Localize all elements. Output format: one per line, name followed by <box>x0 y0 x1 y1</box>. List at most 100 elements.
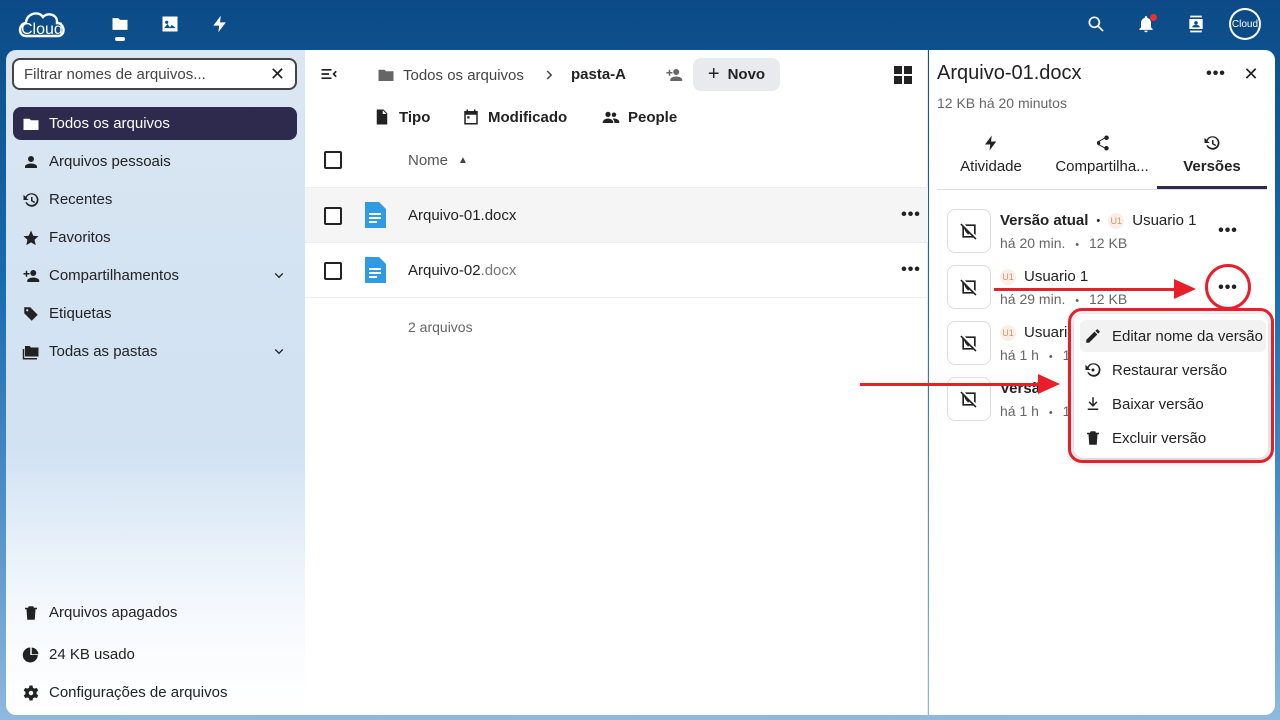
files-summary-row: 2 arquivos <box>305 297 928 352</box>
bullet: • <box>1075 239 1080 251</box>
gear-icon <box>21 683 41 703</box>
version-size: 12 KB <box>1089 291 1128 307</box>
version-title[interactable]: U1 Usuari <box>1000 324 1067 341</box>
table-row[interactable]: Arquivo-01.docx ••• <box>305 187 928 242</box>
more-button-highlight-annotation <box>1205 264 1251 310</box>
version-label: Versão atual <box>1000 212 1089 229</box>
cloud-logo[interactable]: Cloud <box>16 6 68 44</box>
nav-item-label: Recentes <box>49 191 113 208</box>
nav-item-shares[interactable]: Compartilhamentos <box>13 259 297 292</box>
version-meta: há 1 h • 1 <box>1000 403 1070 419</box>
nav-item-recent[interactable]: Recentes <box>13 183 297 216</box>
sort-ascending-icon: ▲ <box>458 155 468 166</box>
nav-item-all-files[interactable]: Todos os arquivos <box>13 107 297 140</box>
version-title[interactable]: U1 Usuario 1 <box>1000 268 1088 285</box>
new-button[interactable]: + Novo <box>693 58 780 91</box>
pie-icon <box>21 645 41 665</box>
tab-versions-label: Versões <box>1183 158 1241 175</box>
bullet: • <box>1048 351 1053 363</box>
tab-activity[interactable]: Atividade <box>953 134 1029 189</box>
filter-people-label: People <box>628 108 678 126</box>
sidebar-title: Arquivo-01.docx <box>937 62 1082 84</box>
arrow-annotation-line <box>994 288 1176 291</box>
breadcrumb-current-label: pasta-A <box>571 66 627 83</box>
activity-app-icon[interactable] <box>208 12 232 36</box>
nav-item-personal-files[interactable]: Arquivos pessoais <box>13 145 297 178</box>
user-avatar[interactable]: Cloud <box>1229 8 1261 40</box>
bullet: • <box>1096 214 1101 227</box>
share-person-icon <box>21 266 41 286</box>
toggle-navigation-icon[interactable] <box>319 64 339 84</box>
version-author: Usuario 1 <box>1132 212 1197 229</box>
filter-box[interactable]: ✕ <box>12 58 297 90</box>
bullet: • <box>1075 295 1080 307</box>
trash-icon <box>21 603 41 623</box>
files-app-icon[interactable] <box>108 12 132 36</box>
version-more-icon[interactable]: ••• <box>1216 219 1240 243</box>
file-name-ext: .docx <box>480 262 517 279</box>
more-actions-icon[interactable]: ••• <box>899 203 923 227</box>
column-header-name[interactable]: Nome ▲ <box>408 152 468 169</box>
tab-versions[interactable]: Versões <box>1157 134 1267 189</box>
nav-item-label: Favoritos <box>49 229 111 246</box>
storage-label: 24 KB usado <box>49 646 135 663</box>
nav-item-label: Etiquetas <box>49 305 112 322</box>
tab-sharing-label: Compartilha... <box>1055 158 1149 175</box>
filter-people[interactable]: People <box>602 108 677 126</box>
breadcrumb-bar: Todos os arquivos pasta-A + Novo <box>305 50 928 100</box>
user-badge: U1 <box>1000 324 1016 341</box>
tab-sharing[interactable]: Compartilha... <box>1047 134 1157 189</box>
close-icon[interactable]: ✕ <box>1239 62 1263 86</box>
photos-app-icon[interactable] <box>158 12 182 36</box>
clear-filter-icon[interactable]: ✕ <box>270 64 285 85</box>
sidebar-subtitle: 12 KB há 20 minutos <box>937 95 1067 111</box>
version-thumbnail[interactable] <box>947 209 991 253</box>
nav-item-all-folders[interactable]: Todas as pastas <box>13 335 297 368</box>
arrow-annotation-head <box>1174 279 1196 299</box>
file-name-ext: .docx <box>480 207 517 224</box>
contacts-icon[interactable] <box>1184 12 1208 36</box>
storage-usage[interactable]: 24 KB usado <box>13 638 297 671</box>
row-checkbox[interactable] <box>324 207 342 225</box>
nav-item-settings[interactable]: Configurações de arquivos <box>13 676 297 709</box>
sidebar-more-icon[interactable]: ••• <box>1204 62 1228 86</box>
new-button-label: Novo <box>727 66 766 83</box>
file-name[interactable]: Arquivo-01.docx <box>408 207 516 224</box>
nav-item-favorites[interactable]: Favoritos <box>13 221 297 254</box>
file-name[interactable]: Arquivo-02.docx <box>408 262 516 279</box>
bullet: • <box>1048 407 1053 419</box>
version-time: há 20 min. <box>1000 235 1066 251</box>
chevron-down-icon[interactable] <box>271 267 287 283</box>
version-current-title[interactable]: Versão atual • U1 Usuario 1 <box>1000 212 1196 229</box>
user-badge: U1 <box>1000 268 1016 285</box>
folders-icon <box>21 342 41 362</box>
breadcrumb-current[interactable]: pasta-A <box>571 66 626 83</box>
select-all-checkbox[interactable] <box>324 151 342 169</box>
folder-icon <box>378 69 394 81</box>
bell-icon[interactable] <box>1134 12 1158 36</box>
nav-item-deleted-files[interactable]: Arquivos apagados <box>13 596 297 629</box>
version-author: Usuari <box>1024 324 1068 341</box>
search-icon[interactable] <box>1084 12 1108 36</box>
breadcrumb-root[interactable]: Todos os arquivos <box>377 66 524 84</box>
row-checkbox[interactable] <box>324 262 342 280</box>
file-name-base: Arquivo-02 <box>408 262 481 279</box>
version-thumbnail[interactable] <box>947 321 991 365</box>
grid-view-icon[interactable] <box>893 65 913 85</box>
share-folder-icon[interactable] <box>665 66 691 84</box>
table-row[interactable]: Arquivo-02.docx ••• <box>305 242 928 297</box>
active-app-indicator <box>115 37 125 41</box>
more-actions-icon[interactable]: ••• <box>899 258 923 282</box>
folder-icon <box>21 114 41 134</box>
filter-type[interactable]: Tipo <box>373 108 430 126</box>
filter-input[interactable] <box>24 65 270 83</box>
nav-item-label: Configurações de arquivos <box>49 684 228 701</box>
nav-item-label: Arquivos pessoais <box>49 153 171 170</box>
document-icon <box>376 109 388 125</box>
filter-modified[interactable]: Modificado <box>462 108 567 126</box>
version-meta: há 1 h • 1 <box>1000 347 1070 363</box>
nav-item-tags[interactable]: Etiquetas <box>13 297 297 330</box>
version-thumbnail[interactable] <box>947 265 991 309</box>
chevron-down-icon[interactable] <box>271 343 287 359</box>
version-meta: há 29 min. • 12 KB <box>1000 291 1127 307</box>
